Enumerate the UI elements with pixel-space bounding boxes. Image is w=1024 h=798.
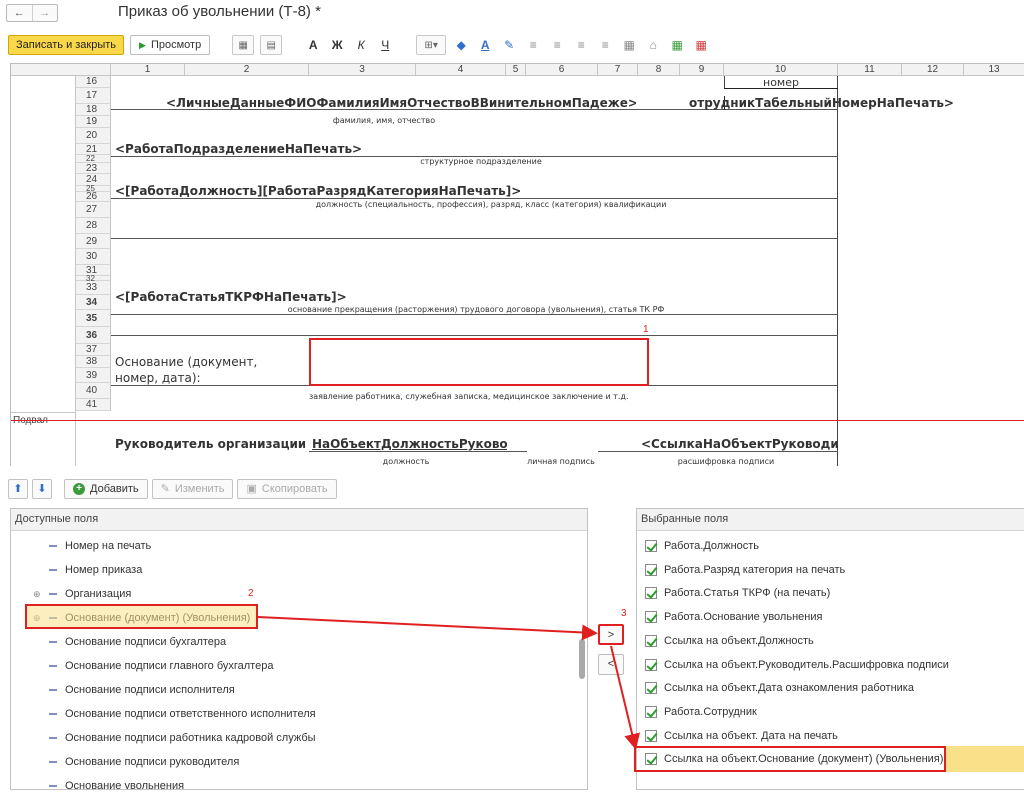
arrow-to-add-button <box>257 616 598 641</box>
arrow-to-selected-item <box>610 645 640 750</box>
annotation-arrows <box>257 616 640 750</box>
